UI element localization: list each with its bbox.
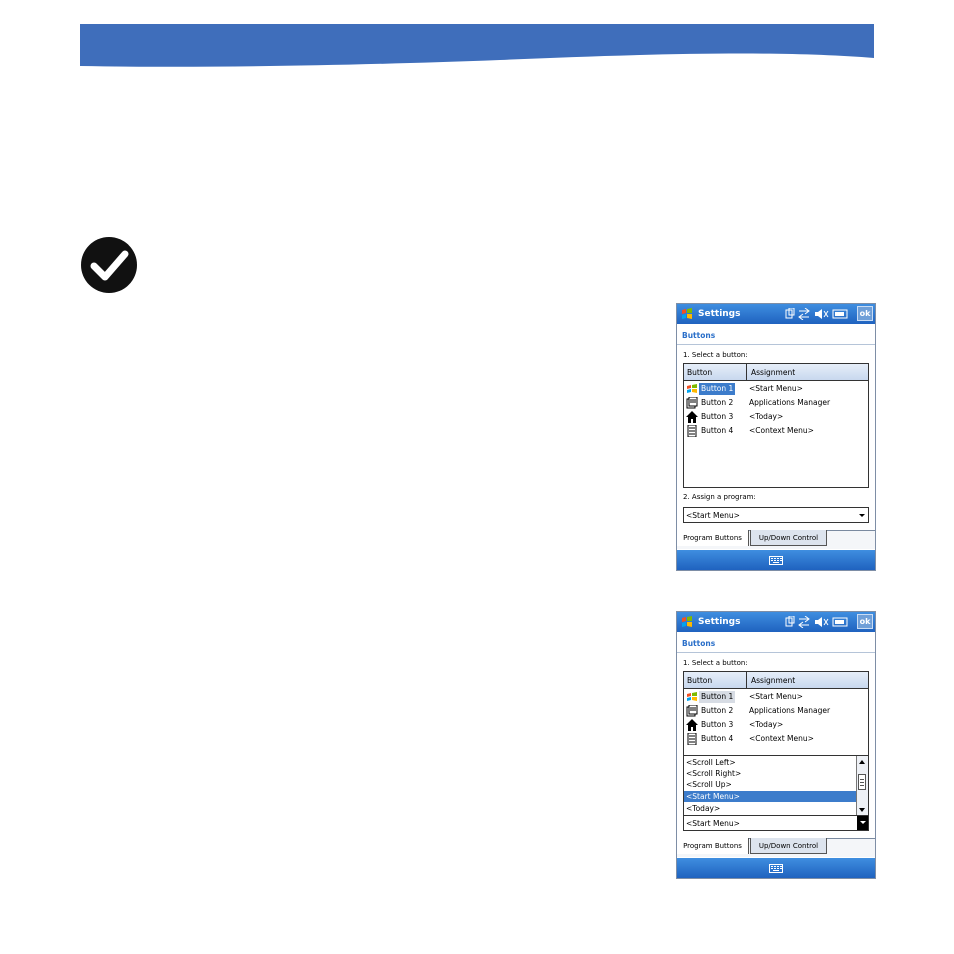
tab-program-buttons[interactable]: Program Buttons (677, 530, 749, 546)
windows-start-icon (687, 692, 697, 701)
table-row[interactable]: Button 3 <Today> (684, 410, 868, 424)
divider (677, 344, 875, 345)
list-header: Button Assignment (684, 364, 868, 381)
status-icons (785, 616, 848, 628)
window-title: Settings (698, 617, 741, 627)
window-title: Settings (698, 309, 741, 319)
dropdown-scrollbar[interactable] (856, 756, 868, 816)
button-assignment: <Start Menu> (749, 692, 803, 701)
apps-manager-icon (686, 397, 698, 409)
battery-icon (832, 309, 848, 319)
column-divider[interactable] (746, 364, 747, 380)
sync-icon (798, 616, 810, 628)
column-header-assignment[interactable]: Assignment (751, 368, 795, 377)
button-name: Button 2 (701, 398, 734, 407)
sync-icon (798, 308, 810, 320)
table-row[interactable]: Button 2 Applications Manager (684, 704, 868, 718)
apps-manager-icon (686, 705, 698, 717)
divider (677, 652, 875, 653)
ok-button[interactable]: ok (857, 614, 873, 629)
chevron-down-icon[interactable] (859, 514, 865, 517)
scroll-down-arrow-icon[interactable] (859, 808, 865, 812)
button-assignment: Applications Manager (749, 398, 831, 407)
tab-bar: Program Buttons Up/Down Control (677, 530, 875, 549)
button-assignment: <Start Menu> (749, 384, 803, 393)
column-divider[interactable] (746, 672, 747, 688)
select-button-label: 1. Select a button: (683, 351, 748, 359)
column-header-button[interactable]: Button (687, 368, 712, 377)
select-button-label: 1. Select a button: (683, 659, 748, 667)
chevron-down-icon[interactable] (860, 821, 866, 824)
assign-program-label: 2. Assign a program: (683, 493, 756, 501)
combo-value: <Start Menu> (686, 819, 740, 828)
button-name: Button 4 (701, 734, 734, 743)
tab-bar: Program Buttons Up/Down Control (677, 838, 875, 857)
button-name: Button 1 (699, 383, 736, 395)
table-row[interactable]: Button 3 <Today> (684, 718, 868, 732)
table-row[interactable]: Button 4 <Context Menu> (684, 732, 868, 746)
program-combo[interactable]: <Start Menu> (683, 815, 869, 831)
button-assignment: <Today> (749, 412, 784, 421)
table-row[interactable]: Button 1 <Start Menu> (684, 690, 868, 704)
checkmark-circle-icon (81, 237, 137, 293)
device-screenshot-2: Settings ok Buttons 1. Select a button: … (676, 611, 876, 879)
connectivity-icon (785, 616, 795, 627)
tab-up-down-control[interactable]: Up/Down Control (750, 530, 827, 546)
keyboard-icon[interactable] (769, 864, 783, 873)
battery-icon (832, 617, 848, 627)
keyboard-icon[interactable] (769, 556, 783, 565)
button-name: Button 3 (701, 720, 734, 729)
speaker-muted-icon (815, 617, 829, 627)
table-row[interactable]: Button 2 Applications Manager (684, 396, 868, 410)
program-combo[interactable]: <Start Menu> (683, 507, 869, 523)
dropdown-toggle[interactable] (857, 816, 868, 830)
context-menu-icon (687, 425, 697, 437)
button-assignment: Applications Manager (749, 706, 831, 715)
connectivity-icon (785, 308, 795, 319)
tab-up-down-control[interactable]: Up/Down Control (750, 838, 827, 854)
windows-start-icon[interactable] (680, 615, 694, 629)
program-dropdown-list[interactable]: <Scroll Left> <Scroll Right> <Scroll Up>… (683, 755, 869, 817)
home-icon (686, 719, 698, 731)
home-icon (686, 411, 698, 423)
button-assignment: <Context Menu> (749, 734, 814, 743)
table-row[interactable]: Button 4 <Context Menu> (684, 424, 868, 438)
title-bar: Settings ok (677, 612, 875, 632)
button-name: Button 4 (701, 426, 734, 435)
windows-start-icon (687, 384, 697, 393)
device-screenshot-1: Settings ok Buttons 1. Select a button: … (676, 303, 876, 571)
list-header: Button Assignment (684, 672, 868, 689)
ok-button[interactable]: ok (857, 306, 873, 321)
dropdown-item[interactable]: <Scroll Up> (684, 779, 857, 790)
page-heading: Buttons (682, 331, 716, 340)
speaker-muted-icon (815, 309, 829, 319)
dropdown-item-selected[interactable]: <Start Menu> (684, 791, 857, 802)
dropdown-item[interactable]: <Today> (684, 803, 857, 814)
column-header-assignment[interactable]: Assignment (751, 676, 795, 685)
tab-program-buttons[interactable]: Program Buttons (677, 838, 749, 854)
page-header-banner (80, 24, 874, 67)
button-list[interactable]: Button Assignment Button 1 <Start Menu> … (683, 363, 869, 488)
combo-value: <Start Menu> (686, 511, 740, 520)
dropdown-item[interactable]: <Scroll Right> (684, 768, 857, 779)
button-name: Button 3 (701, 412, 734, 421)
menu-bar (677, 858, 875, 878)
scrollbar-thumb[interactable] (858, 774, 866, 790)
menu-bar (677, 550, 875, 570)
title-bar: Settings ok (677, 304, 875, 324)
status-icons (785, 308, 848, 320)
button-name: Button 2 (701, 706, 734, 715)
button-assignment: <Today> (749, 720, 784, 729)
context-menu-icon (687, 733, 697, 745)
windows-start-icon[interactable] (680, 307, 694, 321)
dropdown-item[interactable]: <Scroll Left> (684, 757, 857, 768)
scroll-up-arrow-icon[interactable] (859, 760, 865, 764)
button-assignment: <Context Menu> (749, 426, 814, 435)
button-name: Button 1 (699, 691, 736, 703)
page-heading: Buttons (682, 639, 716, 648)
column-header-button[interactable]: Button (687, 676, 712, 685)
table-row[interactable]: Button 1 <Start Menu> (684, 382, 868, 396)
